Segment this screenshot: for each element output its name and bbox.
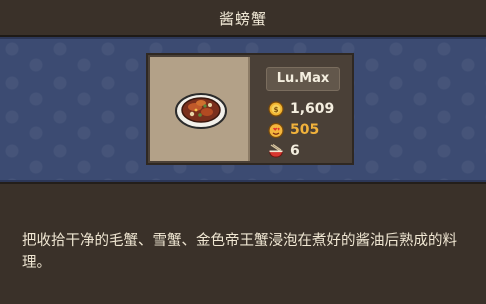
dish-stats: Lu.Max $ 1,609 505 6 bbox=[254, 57, 350, 161]
servings-row: 6 bbox=[268, 141, 300, 161]
description-area: 把收拾干净的毛蟹、雪蟹、金色帝王蟹浸泡在煮好的酱油后熟成的料理。 bbox=[0, 182, 486, 304]
bowl-chopsticks-icon bbox=[268, 143, 284, 158]
popularity-row: 505 bbox=[268, 120, 319, 140]
dish-title: 酱螃蟹 bbox=[218, 10, 267, 28]
price-row: $ 1,609 bbox=[268, 99, 334, 119]
price-value: 1,609 bbox=[290, 101, 335, 117]
dish-image-box bbox=[150, 57, 250, 161]
coin-icon: $ bbox=[268, 101, 284, 117]
title-bar: 酱螃蟹 bbox=[0, 0, 486, 37]
dish-info-panel: 酱螃蟹 Lu.Max $ 1,609 505 6 把收拾干净的毛蟹、雪蟹、金色帝… bbox=[0, 0, 486, 304]
svg-text:$: $ bbox=[274, 106, 279, 114]
heart-face-icon bbox=[268, 122, 284, 138]
crab-dish-icon bbox=[175, 93, 227, 129]
dish-card: Lu.Max $ 1,609 505 6 bbox=[146, 53, 354, 165]
divider bbox=[0, 182, 486, 184]
level-badge: Lu.Max bbox=[266, 67, 340, 91]
servings-value: 6 bbox=[290, 143, 300, 159]
popularity-value: 505 bbox=[290, 122, 320, 138]
dish-description: 把收拾干净的毛蟹、雪蟹、金色帝王蟹浸泡在煮好的酱油后熟成的料理。 bbox=[22, 233, 457, 271]
